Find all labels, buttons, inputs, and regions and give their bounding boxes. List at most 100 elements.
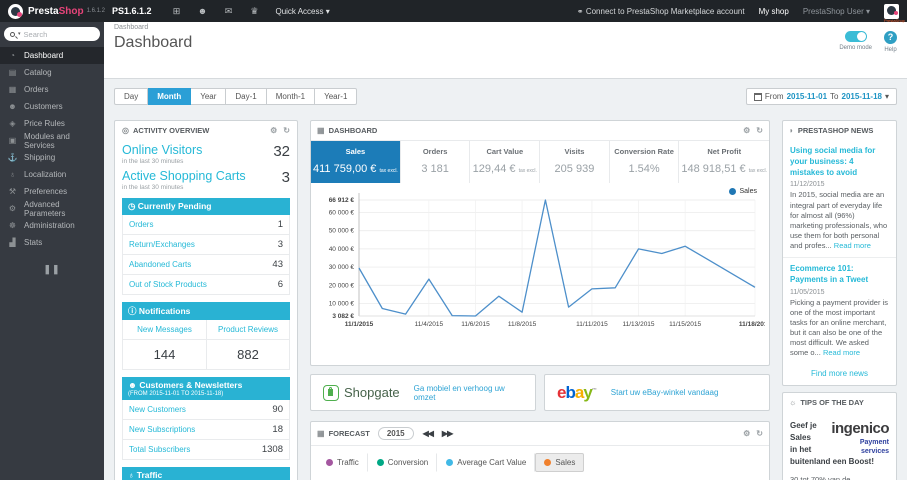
online-visitors-link[interactable]: Online Visitors xyxy=(122,143,202,157)
sidebar-item-preferences[interactable]: ⚒ Preferences xyxy=(0,183,104,200)
row-link[interactable]: New Customers xyxy=(129,405,186,414)
row-link[interactable]: Total Subscribers xyxy=(129,445,190,454)
calendar-icon xyxy=(753,92,762,101)
collapse-sidebar-icon[interactable]: ❚❚ xyxy=(0,264,104,275)
svg-text:11/8/2015: 11/8/2015 xyxy=(508,321,537,328)
chevron-down-icon: ▾ xyxy=(18,31,21,37)
filter-month-button[interactable]: Month xyxy=(148,88,192,105)
row-link[interactable]: Abandoned Carts xyxy=(129,260,191,269)
sidebar-item-modules-and-services[interactable]: ▣ Modules and Services xyxy=(0,132,104,150)
demo-mode-toggle[interactable] xyxy=(844,31,867,42)
row-value: 1 xyxy=(277,219,283,230)
gear-icon[interactable]: ⚙ xyxy=(743,429,750,438)
avg-cart-dot-icon xyxy=(446,459,454,466)
filter-day-button[interactable]: Day xyxy=(114,88,149,105)
quick-access-menu[interactable]: Quick Access ▾ xyxy=(275,7,329,16)
refresh-icon[interactable]: ↻ xyxy=(283,126,290,135)
row-value: 43 xyxy=(272,259,283,270)
kpi-sales[interactable]: Sales 411 759,00 € tax excl. xyxy=(311,141,401,183)
tab-traffic[interactable]: Traffic xyxy=(317,453,368,472)
avatar[interactable]: PrestaShop xyxy=(884,3,905,22)
ebay-link[interactable]: Start uw eBay-winkel vandaag xyxy=(611,388,719,397)
sidebar-item-stats[interactable]: ▟ Stats xyxy=(0,234,104,251)
previous-year-button[interactable]: ◀◀ xyxy=(423,429,434,438)
prestashop-logo-icon xyxy=(8,3,23,19)
my-shop-link[interactable]: My shop xyxy=(759,7,789,16)
kpi-conversion-rate[interactable]: Conversion Rate 1.54% xyxy=(610,141,680,183)
ebay-banner[interactable]: ebay™ Start uw eBay-winkel vandaag xyxy=(544,374,770,411)
active-carts-link[interactable]: Active Shopping Carts xyxy=(122,169,246,183)
article-title-link[interactable]: Using social media for your business: 4 … xyxy=(790,146,889,178)
wrench-icon: ⚒ xyxy=(8,187,17,196)
gear-icon[interactable]: ⚙ xyxy=(743,126,750,135)
sidebar-item-price-rules[interactable]: ◈ Price Rules xyxy=(0,115,104,132)
row-link[interactable]: Orders xyxy=(129,220,153,229)
filter-year-button[interactable]: Year xyxy=(191,88,227,105)
mail-icon[interactable]: ✉ xyxy=(215,6,241,17)
tab-sales[interactable]: Sales xyxy=(535,453,585,472)
legend-dot-icon xyxy=(729,188,737,195)
globe-icon: ♁ xyxy=(9,170,16,179)
row-link[interactable]: Return/Exchanges xyxy=(129,240,195,249)
sidebar-item-dashboard[interactable]: ◔ Dashboard xyxy=(0,47,104,64)
svg-text:11/4/2015: 11/4/2015 xyxy=(415,321,444,328)
search-input[interactable]: ▾ Search xyxy=(4,27,100,41)
kpi-visits[interactable]: Visits 205 939 xyxy=(540,141,610,183)
next-year-button[interactable]: ▶▶ xyxy=(442,429,453,438)
conversion-dot-icon xyxy=(376,459,384,466)
sidebar-item-customers[interactable]: ☻ Customers xyxy=(0,98,104,115)
chart-legend[interactable]: Sales xyxy=(729,188,757,195)
clock-icon: ◷ xyxy=(128,201,136,211)
sidebar-item-shipping[interactable]: ⚓ Shipping xyxy=(0,149,104,166)
user-menu[interactable]: PrestaShop User ▾ xyxy=(803,7,870,16)
filter-year-1-button[interactable]: Year-1 xyxy=(315,88,358,105)
kpi-net-profit[interactable]: Net Profit 148 918,51 € tax excl. xyxy=(679,141,769,183)
shopgate-banner[interactable]: Shopgate Ga mobiel en verhoog uw omzet xyxy=(310,374,536,411)
demo-mode-label: Demo mode xyxy=(839,45,872,51)
row-value: 18 xyxy=(272,424,283,435)
forecast-year-badge[interactable]: 2015 xyxy=(377,427,414,440)
filter-month-1-button[interactable]: Month-1 xyxy=(266,88,316,105)
kpi-cart-value[interactable]: Cart Value 129,44 € tax excl. xyxy=(470,141,541,183)
gear-icon[interactable]: ⚙ xyxy=(270,126,277,135)
new-messages-link[interactable]: New Messages xyxy=(123,320,206,340)
svg-text:11/11/2015: 11/11/2015 xyxy=(576,321,608,328)
find-more-news-link[interactable]: Find more news xyxy=(783,369,896,378)
sidebar-item-localization[interactable]: ♁ Localization xyxy=(0,166,104,183)
sidebar-item-administration[interactable]: ☸ Administration xyxy=(0,217,104,234)
sidebar-item-advanced-parameters[interactable]: ⚙ Advanced Parameters xyxy=(0,200,104,218)
main-content: Day Month Year Day-1 Month-1 Year-1 From… xyxy=(104,79,907,480)
filter-day-1-button[interactable]: Day-1 xyxy=(226,88,267,105)
product-reviews-link[interactable]: Product Reviews xyxy=(206,320,289,340)
forecast-tabs: Traffic Conversion Average Cart Value Sa… xyxy=(311,445,769,479)
tab-average-cart-value[interactable]: Average Cart Value xyxy=(437,453,536,472)
read-more-link[interactable]: Read more xyxy=(834,241,871,250)
sidebar-item-orders[interactable]: ▦ Orders xyxy=(0,81,104,98)
person-icon[interactable]: ☻ xyxy=(189,6,215,16)
date-range-picker[interactable]: From 2015-11-01 To 2015-11-18 ▾ xyxy=(745,88,897,105)
brand-name: PrestaShop xyxy=(28,5,84,17)
read-more-link[interactable]: Read more xyxy=(823,348,860,357)
sidebar-item-catalog[interactable]: ▤ Catalog xyxy=(0,64,104,81)
shop-version-label: PS1.6.1.2 xyxy=(111,6,152,16)
news-article: Using social media for your business: 4 … xyxy=(783,140,896,255)
cogs-icon: ⚙ xyxy=(8,204,17,213)
row-link[interactable]: Out of Stock Products xyxy=(129,280,207,289)
shopgate-link[interactable]: Ga mobiel en verhoog uw omzet xyxy=(414,384,523,402)
refresh-icon[interactable]: ↻ xyxy=(756,126,763,135)
breadcrumb[interactable]: Dashboard xyxy=(114,24,897,31)
row-value: 3 xyxy=(277,239,283,250)
row-link[interactable]: New Subscriptions xyxy=(129,425,195,434)
activity-icon: ◎ xyxy=(122,126,129,135)
trophy-icon[interactable]: ♛ xyxy=(241,6,267,17)
puzzle-icon: ▣ xyxy=(8,136,17,145)
tab-conversion[interactable]: Conversion xyxy=(368,453,438,472)
refresh-icon[interactable]: ↻ xyxy=(756,429,763,438)
kpi-orders[interactable]: Orders 3 181 xyxy=(401,141,471,183)
help-icon[interactable]: ? xyxy=(884,31,897,44)
panel-title: Tips of the day xyxy=(800,398,864,408)
marketplace-link[interactable]: ⚭ Connect to PrestaShop Marketplace acco… xyxy=(577,7,745,16)
cart-icon[interactable]: ⊞ xyxy=(163,6,189,17)
article-title-link[interactable]: Ecommerce 101: Payments in a Tweet xyxy=(790,264,889,286)
shopping-bag-icon xyxy=(323,384,339,401)
